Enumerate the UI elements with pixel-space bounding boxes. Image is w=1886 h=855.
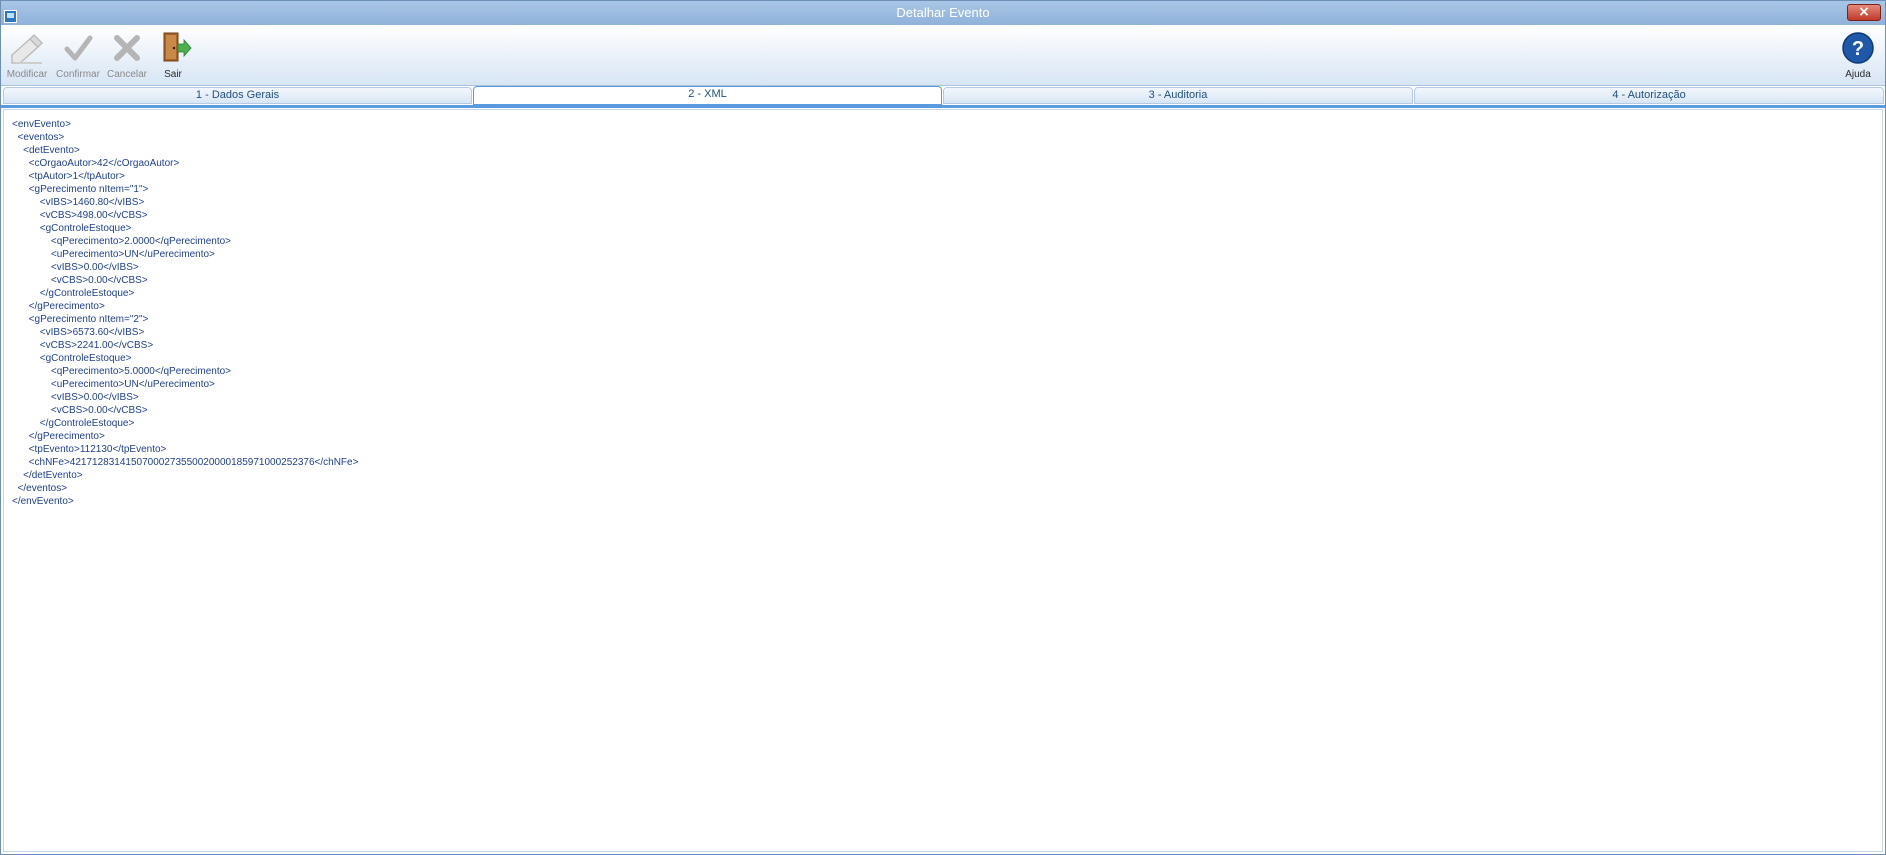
cancel-button[interactable]: Cancelar — [102, 29, 152, 80]
xml-line: <gPerecimento nItem="1"> — [12, 184, 149, 195]
xml-line: <vCBS>2241.00</vCBS> — [12, 340, 154, 351]
cancel-x-icon — [114, 35, 140, 61]
edit-icon — [11, 33, 44, 64]
checkmark-icon — [64, 35, 93, 61]
toolbar: Modificar Confirmar Cancelar Sair ? Ajud… — [1, 25, 1885, 86]
xml-line: <uPerecimento>UN</uPerecimento> — [12, 379, 215, 390]
xml-line: </detEvento> — [12, 470, 83, 481]
close-button[interactable]: × — [1847, 4, 1881, 21]
xml-line: <vIBS>6573.60</vIBS> — [12, 327, 145, 338]
xml-line: <uPerecimento>UN</uPerecimento> — [12, 249, 215, 260]
xml-line: </eventos> — [12, 483, 68, 494]
xml-line: <vCBS>498.00</vCBS> — [12, 210, 148, 221]
xml-line: <vIBS>0.00</vIBS> — [12, 392, 139, 403]
xml-line: <vIBS>1460.80</vIBS> — [12, 197, 145, 208]
xml-line: <qPerecimento>5.0000</qPerecimento> — [12, 366, 232, 377]
xml-line: <tpEvento>112130</tpEvento> — [12, 444, 167, 455]
tab-bar: 1 - Dados Gerais 2 - XML 3 - Auditoria 4… — [1, 86, 1885, 105]
xml-line: </gPerecimento> — [12, 301, 105, 312]
xml-text-view[interactable]: <envEvento> <eventos> <detEvento> <cOrga… — [12, 118, 358, 508]
help-question-icon: ? — [1842, 32, 1874, 64]
modify-label: Modificar — [6, 69, 48, 80]
modify-button[interactable]: Modificar — [2, 29, 52, 80]
xml-line: </gPerecimento> — [12, 431, 105, 442]
tab-dados-gerais[interactable]: 1 - Dados Gerais — [3, 87, 472, 104]
help-label: Ajuda — [1845, 69, 1871, 80]
xml-line: <detEvento> — [12, 145, 80, 156]
window-title: Detalhar Evento — [896, 5, 990, 20]
xml-line: <gControleEstoque> — [12, 223, 132, 234]
cancel-label: Cancelar — [106, 69, 148, 80]
tab-xml[interactable]: 2 - XML — [473, 86, 942, 105]
exit-door-icon — [163, 32, 192, 62]
xml-line: <eventos> — [12, 132, 65, 143]
xml-line: <vCBS>0.00</vCBS> — [12, 275, 148, 286]
exit-button[interactable]: Sair — [148, 29, 198, 80]
xml-line: </gControleEstoque> — [12, 288, 135, 299]
confirm-label: Confirmar — [56, 69, 100, 80]
xml-line: </envEvento> — [12, 496, 74, 507]
tab-auditoria[interactable]: 3 - Auditoria — [943, 87, 1413, 104]
help-symbol: ? — [1852, 38, 1864, 60]
xml-line: <gPerecimento nItem="2"> — [12, 314, 149, 325]
tab-divider — [1, 105, 1885, 108]
tab-autorizacao[interactable]: 4 - Autorização — [1414, 87, 1884, 104]
xml-line: <tpAutor>1</tpAutor> — [12, 171, 125, 182]
xml-line: <envEvento> — [12, 119, 71, 130]
xml-line: <vCBS>0.00</vCBS> — [12, 405, 148, 416]
xml-line: <gControleEstoque> — [12, 353, 132, 364]
xml-line: <cOrgaoAutor>42</cOrgaoAutor> — [12, 158, 180, 169]
xml-line: <qPerecimento>2.0000</qPerecimento> — [12, 236, 232, 247]
xml-line: <vIBS>0.00</vIBS> — [12, 262, 139, 273]
xml-line: </gControleEstoque> — [12, 418, 135, 429]
help-button[interactable]: ? Ajuda — [1833, 29, 1883, 80]
xml-line: <chNFe>421712831415070002735500200001859… — [12, 457, 359, 468]
xml-content-panel: <envEvento> <eventos> <detEvento> <cOrga… — [3, 109, 1883, 852]
detalhar-evento-window: Detalhar Evento × Modificar Confirmar Ca… — [0, 0, 1886, 855]
confirm-button[interactable]: Confirmar — [53, 29, 103, 80]
title-bar: Detalhar Evento × — [1, 1, 1885, 25]
exit-label: Sair — [164, 69, 182, 80]
